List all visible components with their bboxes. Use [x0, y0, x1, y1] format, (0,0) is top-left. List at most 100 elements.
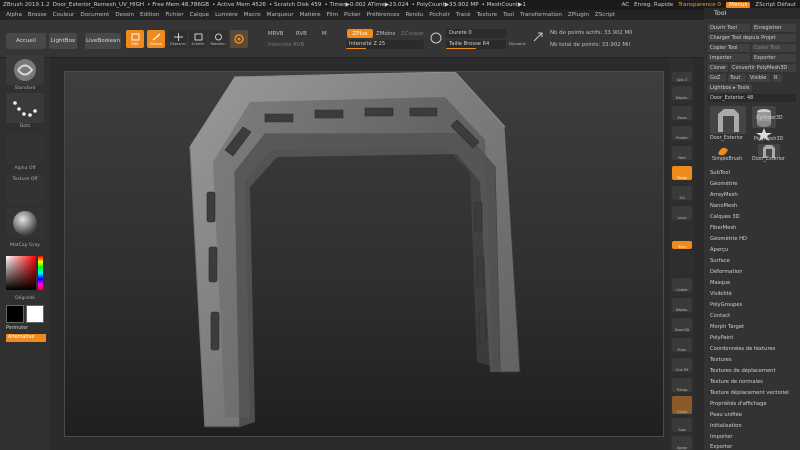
section-normal-map[interactable]: Texture de normales: [710, 379, 763, 385]
menu-color[interactable]: Couleur: [53, 12, 75, 18]
menu-movie[interactable]: Film: [327, 12, 338, 18]
section-nanomesh[interactable]: NanoMesh: [710, 203, 737, 209]
zoom3d-button[interactable]: Zoom3D: [672, 318, 692, 332]
section-vector-displacement-map[interactable]: Texture déplacement vectoriel: [710, 390, 789, 396]
menu-file[interactable]: Fichier: [165, 12, 183, 18]
spix-button[interactable]: Spix 3: [672, 72, 692, 82]
copy-tool-button[interactable]: Copier Tool: [708, 44, 750, 52]
xpose-button[interactable]: Xpose: [672, 436, 692, 450]
section-export[interactable]: Exporter: [710, 444, 732, 450]
brush-selector[interactable]: [6, 55, 44, 85]
material-selector[interactable]: [6, 208, 44, 238]
tool-thumb-door[interactable]: [710, 106, 746, 134]
section-displacement-map[interactable]: Textures de déplacement: [710, 368, 775, 374]
section-subtool[interactable]: SubTool: [710, 170, 730, 176]
dynamic-toggle[interactable]: Dynamic: [509, 41, 526, 46]
load-from-project-button[interactable]: Charger Tool depuis Projet: [708, 34, 796, 42]
menu-macro[interactable]: Macro: [244, 12, 261, 18]
menu-picker[interactable]: Picker: [344, 12, 361, 18]
stroke-selector[interactable]: [6, 93, 44, 123]
mrgb-toggle[interactable]: MRVB: [268, 31, 284, 37]
scale-button[interactable]: Echelle: [189, 30, 207, 48]
section-unified-skin[interactable]: Peau unifiée: [710, 412, 742, 418]
persp-button[interactable]: Persp: [672, 166, 692, 180]
menu-stencil[interactable]: Pochoir: [429, 12, 450, 18]
section-fibermesh[interactable]: FiberMesh: [710, 225, 736, 231]
section-visibility[interactable]: Visibilité: [710, 291, 732, 297]
section-surface[interactable]: Surface: [710, 258, 730, 264]
section-display-properties[interactable]: Propriétés d'affichage: [710, 401, 767, 407]
paste-tool-button[interactable]: Coller Tool: [752, 44, 796, 52]
menu-light[interactable]: Lumière: [215, 12, 238, 18]
rotate-view-button[interactable]: Pivot.: [672, 338, 692, 352]
menu-preferences[interactable]: Préférences: [367, 12, 400, 18]
make-polymesh-button[interactable]: Convertir PolyMesh3D: [730, 64, 796, 72]
main-color-swatch[interactable]: [26, 305, 44, 323]
liveboolean-button[interactable]: LiveBoolean: [85, 33, 121, 49]
current-tool-slider[interactable]: Door_Exterior. 48: [708, 94, 796, 102]
section-uv-map[interactable]: Coordonnées de textures: [710, 346, 775, 352]
ac-button[interactable]: AC: [621, 2, 629, 8]
export-button[interactable]: Exporter: [752, 54, 796, 62]
section-import[interactable]: Importer: [710, 434, 733, 440]
section-polygroups[interactable]: PolyGroupes: [710, 302, 742, 308]
tool-palette-title[interactable]: Tool: [704, 8, 800, 19]
secondary-color-swatch[interactable]: [6, 305, 24, 323]
tool-thumb-door-2[interactable]: [758, 144, 780, 158]
floor-button[interactable]: Sol: [672, 186, 692, 200]
home-button[interactable]: Accueil: [6, 33, 46, 49]
zadd-button[interactable]: ZPlus: [347, 29, 373, 38]
rotate-button[interactable]: Rotation: [209, 30, 227, 48]
menu-render[interactable]: Rendu: [406, 12, 424, 18]
menu-material[interactable]: Matière: [300, 12, 321, 18]
load-tool-button[interactable]: Ouvrir Tool: [708, 24, 750, 32]
zcut-button[interactable]: ZCouper: [401, 31, 424, 37]
zoom-button[interactable]: Zoom: [672, 106, 692, 120]
menu-brush[interactable]: Brosse: [28, 12, 47, 18]
tool-thumb-simplebrush[interactable]: [714, 144, 732, 158]
menu-draw[interactable]: Dessin: [115, 12, 134, 18]
move-view-button[interactable]: Déplac.: [672, 298, 692, 312]
transp-button[interactable]: Transp: [672, 378, 692, 392]
menu-document[interactable]: Document: [80, 12, 109, 18]
color-picker[interactable]: [6, 256, 44, 290]
local-button[interactable]: Local: [672, 206, 692, 220]
alpha-selector[interactable]: [6, 134, 44, 164]
m-toggle[interactable]: M: [322, 31, 327, 37]
section-morph-target[interactable]: Morph Target: [710, 324, 744, 330]
goz-visible-button[interactable]: Visible: [748, 74, 770, 82]
save-as-button[interactable]: Enregistrer: [752, 24, 796, 32]
quicksave-button[interactable]: Enreg. Rapide: [634, 2, 673, 8]
menu-alpha[interactable]: Alpha: [6, 12, 22, 18]
section-deformation[interactable]: Déformation: [710, 269, 742, 275]
menu-zscript[interactable]: ZScript: [595, 12, 615, 18]
lightbox-tools-button[interactable]: Lightbox ▸ Tools: [708, 84, 752, 92]
import-button[interactable]: Importer: [708, 54, 750, 62]
scroll-button[interactable]: Déplac.: [672, 86, 692, 100]
polyframe-button[interactable]: [230, 30, 248, 48]
menu-texture[interactable]: Texture: [477, 12, 497, 18]
section-preview[interactable]: Aperçu: [710, 247, 728, 253]
aahalf-button[interactable]: Réel: [672, 146, 692, 160]
draw-button[interactable]: Dessin: [147, 30, 165, 48]
goz-all-button[interactable]: Tout: [728, 74, 746, 82]
move-button[interactable]: Déplacer: [169, 30, 187, 48]
goz-r-button[interactable]: R: [772, 74, 782, 82]
menu-layer[interactable]: Calque: [190, 12, 209, 18]
actual-button[interactable]: Pivoter: [672, 126, 692, 140]
section-arraymesh[interactable]: ArrayMesh: [710, 192, 738, 198]
goz-button[interactable]: GoZ: [708, 74, 726, 82]
alternate-button[interactable]: Alternative: [6, 334, 46, 342]
section-initialize[interactable]: Initialisation: [710, 423, 742, 429]
focal-shift-slider[interactable]: Dureté 0: [446, 29, 506, 38]
z-intensity-slider[interactable]: Intensité Z 25: [346, 40, 424, 49]
draw-size-slider[interactable]: Taille Brosse 64: [446, 40, 506, 49]
menu-edit[interactable]: Edition: [140, 12, 159, 18]
menu-stroke[interactable]: Tracé: [456, 12, 471, 18]
section-polypaint[interactable]: PolyPaint: [710, 335, 733, 341]
clone-button[interactable]: Cloner: [708, 64, 728, 72]
polyf-button[interactable]: Ghost: [672, 396, 692, 414]
menu-marker[interactable]: Marqueur: [267, 12, 294, 18]
solo-button[interactable]: Solo: [672, 418, 692, 432]
section-contact[interactable]: Contact: [710, 313, 730, 319]
